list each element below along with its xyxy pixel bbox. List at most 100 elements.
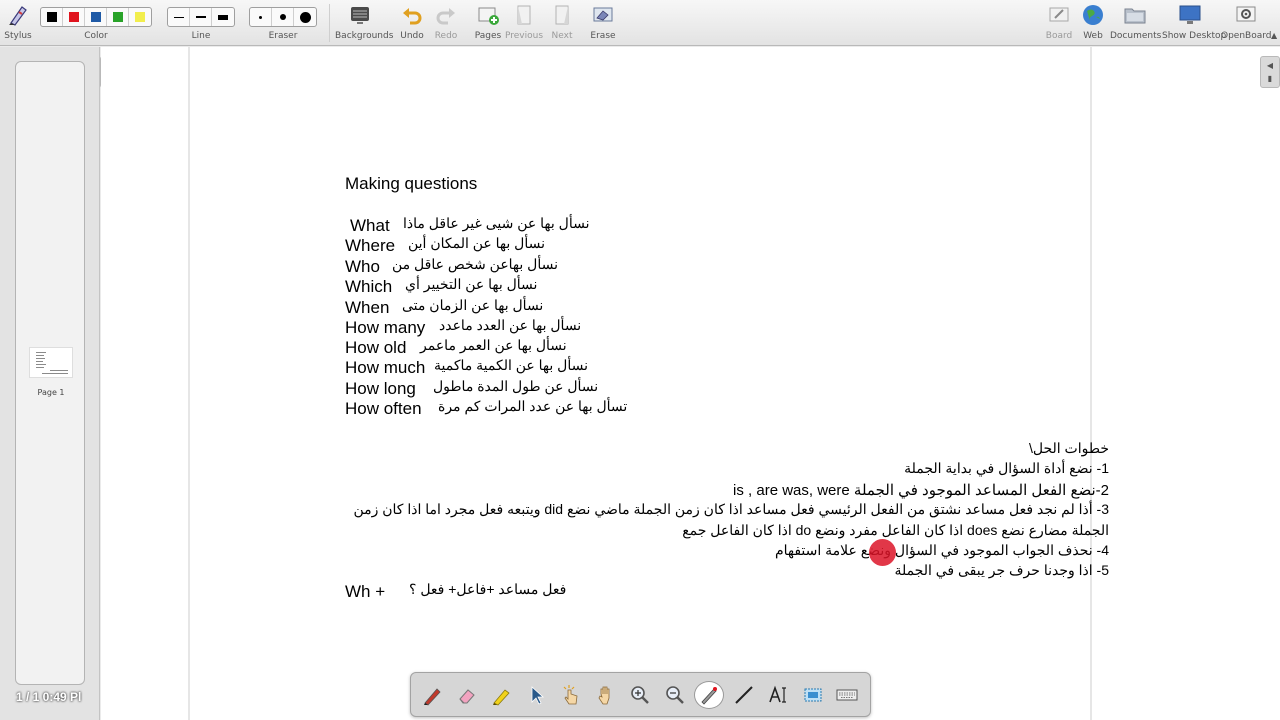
steps-heading: خطوات الحل\: [1028, 440, 1109, 456]
undo-icon: [403, 8, 422, 25]
pen-icon: [424, 688, 441, 706]
page-thumbnail[interactable]: [29, 347, 73, 378]
text-icon: [769, 685, 786, 703]
marker-icon: [493, 689, 510, 706]
backgrounds-button[interactable]: Backgrounds: [335, 3, 393, 41]
gear-icon: [1236, 6, 1256, 22]
previous-page-icon: [517, 5, 531, 25]
eraser-medium[interactable]: [272, 8, 294, 26]
question-meaning: نسأل بها عن العمر ماعمر: [420, 337, 567, 353]
line-width-selector: [167, 7, 235, 27]
eraser-icon: [459, 689, 475, 704]
question-word: How often: [345, 399, 422, 418]
color-red[interactable]: [63, 8, 85, 26]
stylus-icon: [9, 6, 27, 26]
question-word: Who: [345, 257, 380, 276]
question-word: Where: [345, 236, 396, 255]
pen-tool[interactable]: [418, 681, 448, 709]
redo-label: Redo: [434, 31, 458, 41]
line-tool[interactable]: [729, 681, 759, 709]
step-line: 4- نحذف الجواب الموجود في السؤال ونضع عل…: [774, 542, 1109, 558]
question-meaning: نسأل بها عن التخيير أي: [405, 276, 538, 292]
show-desktop-button[interactable]: Show Desktop: [1162, 3, 1227, 41]
board-page: [188, 47, 1092, 720]
question-word: Which: [345, 277, 393, 296]
redo-button[interactable]: Redo: [424, 3, 468, 41]
next-page-icon: [555, 5, 569, 25]
expand-right-panel-tab[interactable]: ◀ ▮: [1260, 56, 1280, 88]
color-green[interactable]: [107, 8, 129, 26]
backgrounds-icon: [351, 7, 369, 24]
zoom-out-icon: [666, 686, 684, 704]
add-page-icon: [478, 7, 499, 25]
question-meaning: نسأل بها عن الزمان متى: [402, 297, 544, 313]
question-word: How old: [345, 338, 407, 357]
keyboard-icon: [836, 689, 858, 701]
line-thin[interactable]: [168, 8, 190, 26]
eraser-label: Eraser: [268, 31, 298, 41]
formula-prefix: Wh +: [345, 582, 386, 601]
question-word: When: [345, 298, 390, 317]
question-word: What: [350, 216, 390, 235]
text-tool[interactable]: [763, 681, 793, 709]
interactor-tool[interactable]: [556, 681, 586, 709]
laser-pointer-dot: [869, 539, 896, 566]
selector-tool[interactable]: [521, 681, 551, 709]
toolbar-divider: [329, 4, 330, 42]
web-label: Web: [1083, 31, 1103, 41]
globe-icon: [1083, 5, 1103, 25]
question-word: How much: [345, 358, 426, 377]
erase-label: Erase: [590, 31, 616, 41]
documents-label: Documents: [1110, 31, 1162, 41]
stylus-button[interactable]: Stylus: [0, 3, 40, 41]
eraser-small[interactable]: [250, 8, 272, 26]
color-blue[interactable]: [85, 8, 107, 26]
color-yellow[interactable]: [129, 8, 151, 26]
openboard-chevron-icon: ▲: [1271, 31, 1278, 40]
question-meaning: نسأل عن طول المدة ماطول: [433, 378, 599, 394]
eraser-tool[interactable]: [452, 681, 482, 709]
zoom-out-tool[interactable]: [660, 681, 690, 709]
hand-tool[interactable]: [591, 681, 621, 709]
line-label: Line: [191, 31, 211, 41]
color-black[interactable]: [41, 8, 63, 26]
question-meaning: نسأل بهاعن شخص عاقل من: [392, 256, 558, 272]
line-medium[interactable]: [190, 8, 212, 26]
selector-icon: [531, 686, 545, 705]
stylus-label: Stylus: [4, 31, 32, 41]
folder-icon: [1124, 8, 1146, 24]
step-line: 3- أذا لم نجد فعل مساعد نشتق من الفعل ال…: [353, 501, 1109, 517]
laser-pointer-tool[interactable]: [694, 681, 724, 709]
step-line: الجملة مضارع نضع does اذا كان الفاعل مفر…: [682, 522, 1109, 538]
question-word: How long: [345, 379, 416, 398]
question-meaning: نسأل بها عن شيى غير عاقل ماذا: [403, 215, 590, 231]
question-meaning: نسأل بها عن المكان أين: [408, 235, 545, 251]
question-word: How many: [345, 318, 426, 337]
eraser-size-selector: [249, 7, 317, 27]
zoom-in-tool[interactable]: [625, 681, 655, 709]
page-counter: 1 / 1 0:49 Pl: [16, 690, 82, 704]
interactor-icon: [563, 685, 578, 705]
line-thick[interactable]: [212, 8, 234, 26]
show-desktop-label: Show Desktop: [1162, 31, 1227, 41]
step-line: 1- نضع أداة السؤال في بداية الجملة: [904, 460, 1109, 476]
laser-pointer-icon: [701, 687, 717, 705]
step-line: 5- اذا وجدنا حرف جر يبقى في الجملة: [894, 562, 1109, 578]
marker-tool[interactable]: [487, 681, 517, 709]
web-button[interactable]: Web: [1071, 3, 1115, 41]
main-toolbar: Stylus Color Line Eraser Backgrounds Und…: [0, 0, 1280, 46]
monitor-icon: [1179, 5, 1201, 24]
hand-icon: [598, 686, 610, 705]
erase-button[interactable]: Erase: [581, 3, 625, 41]
virtual-keyboard-tool[interactable]: [832, 681, 862, 709]
pages-panel: Page 1 1 / 1 0:49 Pl: [0, 47, 100, 720]
openboard-menu-button[interactable]: OpenBoard: [1221, 3, 1272, 41]
redo-icon: [436, 8, 455, 25]
zoom-in-icon: [631, 686, 649, 704]
eraser-large[interactable]: [294, 8, 316, 26]
page-thumbnail-list[interactable]: Page 1: [15, 61, 85, 685]
next-page-button[interactable]: Next: [540, 3, 584, 41]
documents-button[interactable]: Documents: [1110, 3, 1162, 41]
step-line: 2-نضع الفعل المساعد الموجود في الجملة is…: [733, 482, 1109, 499]
capture-tool[interactable]: [798, 681, 828, 709]
